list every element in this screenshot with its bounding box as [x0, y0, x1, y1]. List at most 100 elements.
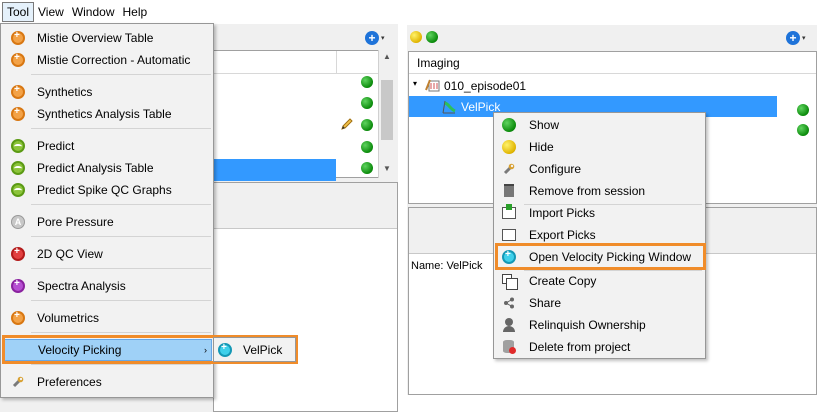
share-icon — [501, 295, 517, 311]
tree-header: Imaging — [409, 52, 816, 74]
status-green-icon — [361, 141, 373, 153]
menu-item-predict[interactable]: Predict — [3, 135, 212, 157]
pore-pressure-icon: A — [10, 214, 26, 230]
wrench-icon — [501, 161, 517, 177]
menu-item-2d-qc-view[interactable]: 2D QC View — [3, 243, 212, 265]
green-dot-icon — [501, 117, 517, 133]
tree-row[interactable] — [214, 73, 379, 95]
velpick-item-icon — [442, 100, 456, 114]
copy-icon — [501, 273, 518, 290]
dropdown-caret-icon: ▾ — [802, 35, 806, 42]
volumetrics-icon — [10, 310, 26, 326]
left-scrollbar[interactable]: ▲ ▼ — [378, 50, 395, 178]
menu-item-spectra-analysis[interactable]: Spectra Analysis — [3, 275, 212, 297]
tree-row[interactable] — [214, 117, 379, 139]
status-green-icon — [361, 162, 373, 174]
menu-item-label: Predict Analysis Table — [37, 161, 154, 175]
add-button[interactable]: + ▾ — [365, 29, 391, 47]
status-green-icon — [361, 97, 373, 109]
ctx-item-import-picks[interactable]: Import Picks — [496, 202, 704, 224]
menu-item-predict-spike-qc-graphs[interactable]: Predict Spike QC Graphs — [3, 179, 212, 201]
column-divider — [336, 51, 337, 73]
wrench-icon — [10, 374, 26, 390]
velpick-icon — [217, 342, 233, 358]
tree-row[interactable] — [214, 139, 379, 161]
tree-row-selected[interactable] — [214, 159, 336, 181]
menu-separator — [31, 332, 211, 333]
left-window: Tool View Window Help + ▾ ▲ ▼ + Mistie O… — [0, 0, 398, 412]
ctx-item-relinquish-ownership[interactable]: Relinquish Ownership — [496, 314, 704, 336]
yellow-dot-icon — [501, 139, 517, 155]
menu-item-mistie-correction[interactable]: Mistie Correction - Automatic — [3, 49, 212, 71]
menu-item-preferences[interactable]: Preferences — [3, 371, 212, 393]
predict-icon — [10, 182, 26, 198]
scroll-up-icon[interactable]: ▲ — [383, 52, 391, 61]
menu-separator — [31, 300, 211, 301]
menu-item-label: Mistie Overview Table — [37, 31, 154, 45]
episode-folder-icon — [425, 79, 440, 92]
ctx-item-remove-from-session[interactable]: Remove from session — [496, 180, 704, 202]
ctx-item-configure[interactable]: Configure — [496, 158, 704, 180]
export-icon — [501, 227, 517, 243]
menu-item-label: Predict Spike QC Graphs — [37, 183, 172, 197]
menu-item-pore-pressure[interactable]: A Pore Pressure — [3, 211, 212, 233]
pencil-icon[interactable] — [340, 117, 354, 131]
menu-separator — [31, 204, 211, 205]
menu-separator — [31, 364, 211, 365]
ctx-item-create-copy[interactable]: Create Copy — [496, 270, 704, 292]
menu-tool[interactable]: Tool — [2, 2, 35, 22]
name-label: Name: VelPick — [411, 260, 483, 272]
submenu-item-velpick[interactable]: VelPick — [243, 343, 282, 357]
menu-separator — [31, 74, 211, 75]
ctx-item-label: Create Copy — [529, 274, 597, 288]
menu-item-mistie-overview-table[interactable]: Mistie Overview Table — [3, 27, 212, 49]
tree-row-episode[interactable]: ▾ 010_episode01 — [409, 75, 816, 96]
menu-item-synthetics[interactable]: Synthetics — [3, 81, 212, 103]
menu-item-synthetics-analysis-table[interactable]: Synthetics Analysis Table — [3, 103, 212, 125]
ctx-item-label: Share — [529, 296, 562, 310]
synthetics-icon — [10, 106, 26, 122]
ctx-item-hide[interactable]: Hide — [496, 136, 704, 158]
scroll-thumb[interactable] — [381, 80, 393, 140]
status-green-icon — [797, 104, 809, 116]
add-button[interactable]: + ▾ — [786, 29, 812, 47]
predict-icon — [10, 160, 26, 176]
menu-item-label: Preferences — [37, 375, 102, 389]
ctx-item-show[interactable]: Show — [496, 114, 704, 136]
tree-row[interactable] — [214, 95, 379, 117]
left-properties-panel — [213, 182, 398, 412]
left-tree-view — [213, 50, 395, 181]
ctx-item-label: Delete from project — [529, 340, 631, 354]
menu-item-label: 2D QC View — [37, 247, 103, 261]
plus-icon: + — [365, 31, 379, 45]
menu-separator — [31, 128, 211, 129]
velocity-picking-submenu[interactable]: VelPick — [213, 337, 296, 362]
left-toolbar: + ▾ — [213, 26, 398, 50]
menu-view[interactable]: View — [34, 2, 68, 22]
expand-arrow-icon[interactable]: ▾ — [413, 79, 417, 88]
synthetics-icon — [10, 84, 26, 100]
menu-window[interactable]: Window — [68, 2, 119, 22]
menu-item-label: Synthetics Analysis Table — [37, 107, 172, 121]
context-menu: Show Hide Configure Remove from session … — [493, 112, 706, 359]
trash-icon — [501, 183, 517, 199]
menu-item-label: Spectra Analysis — [37, 279, 126, 293]
delete-db-icon — [501, 339, 517, 355]
ctx-item-delete-from-project[interactable]: Delete from project — [496, 336, 704, 358]
import-icon — [501, 204, 517, 221]
yellow-dot-icon[interactable] — [410, 31, 422, 43]
ctx-item-label: Hide — [529, 140, 554, 154]
mistie-icon — [10, 30, 26, 46]
mistie-icon — [10, 52, 26, 68]
ctx-item-label: Export Picks — [529, 228, 596, 242]
status-green-icon — [797, 124, 809, 136]
menu-item-predict-analysis-table[interactable]: Predict Analysis Table — [3, 157, 212, 179]
dropdown-caret-icon: ▾ — [381, 35, 385, 42]
predict-icon — [10, 138, 26, 154]
menu-item-volumetrics[interactable]: Volumetrics — [3, 307, 212, 329]
green-dot-icon[interactable] — [426, 31, 438, 43]
ctx-item-share[interactable]: Share — [496, 292, 704, 314]
scroll-down-icon[interactable]: ▼ — [383, 164, 391, 173]
menu-help[interactable]: Help — [119, 2, 152, 22]
open-velocity-picking-highlight-box — [495, 243, 706, 270]
